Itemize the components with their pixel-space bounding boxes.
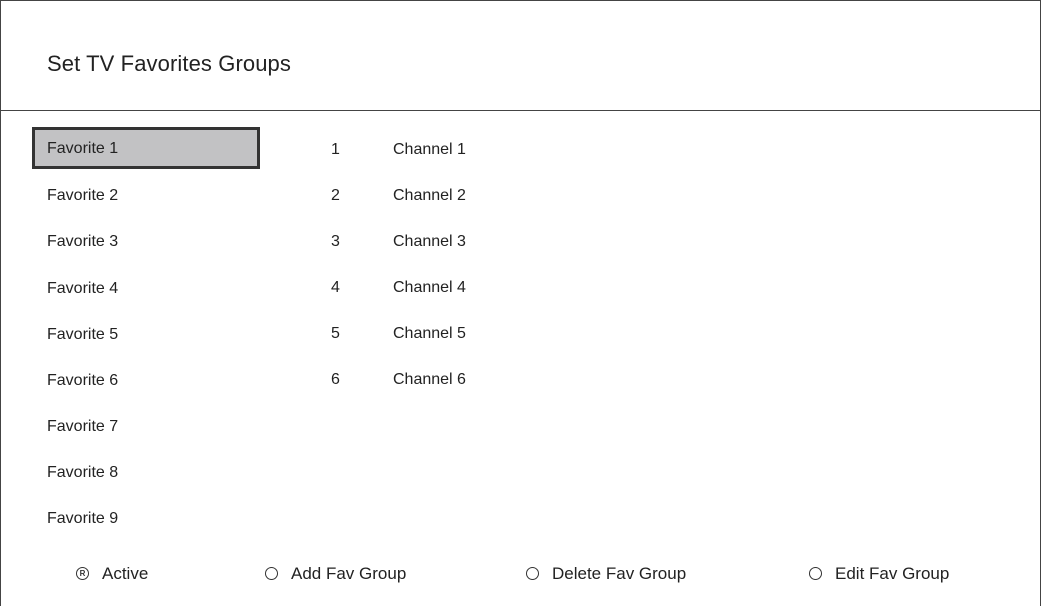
channel-name: Channel 2: [393, 187, 466, 204]
favorite-label: Favorite 5: [47, 326, 119, 343]
page-title: Set TV Favorites Groups: [47, 51, 291, 76]
add-fav-group-label: Add Fav Group: [291, 564, 407, 583]
channel-number: 5: [331, 325, 340, 342]
channel-name: Channel 4: [393, 279, 466, 296]
channel-name: Channel 5: [393, 325, 466, 342]
tv-favorites-screen: Set TV Favorites Groups Favorite 1 Favor…: [0, 0, 1041, 606]
favorite-label: Favorite 9: [47, 510, 119, 527]
favorite-item-5[interactable]: Favorite 5: [32, 313, 260, 355]
channel-name: Channel 3: [393, 233, 466, 250]
channel-number: 3: [331, 233, 340, 250]
channel-row[interactable]: 1 Channel 1: [321, 141, 621, 165]
favorite-label: Favorite 1: [47, 140, 119, 157]
active-label: Active: [102, 564, 149, 583]
channel-row[interactable]: 6 Channel 6: [321, 371, 621, 395]
channel-row[interactable]: 5 Channel 5: [321, 325, 621, 349]
favorite-label: Favorite 4: [47, 280, 119, 297]
favorite-item-7[interactable]: Favorite 7: [32, 405, 260, 447]
channel-row[interactable]: 2 Channel 2: [321, 187, 621, 211]
remote-r-button-icon: R: [76, 567, 89, 580]
channel-number: 2: [331, 187, 340, 204]
header: Set TV Favorites Groups: [1, 1, 1040, 111]
favorite-label: Favorite 8: [47, 464, 119, 481]
channel-number: 4: [331, 279, 340, 296]
footer-options: R Active Add Fav Group Delete Fav Group …: [1, 561, 1040, 591]
radio-circle-icon: [809, 567, 822, 580]
favorite-label: Favorite 6: [47, 372, 119, 389]
favorite-item-4[interactable]: Favorite 4: [32, 267, 260, 309]
favorite-item-8[interactable]: Favorite 8: [32, 451, 260, 493]
favorite-label: Favorite 3: [47, 233, 119, 250]
channel-number: 1: [331, 141, 340, 158]
favorite-item-2[interactable]: Favorite 2: [32, 174, 260, 216]
favorite-item-1[interactable]: Favorite 1: [32, 127, 260, 169]
channel-name: Channel 1: [393, 141, 466, 158]
favorite-item-6[interactable]: Favorite 6: [32, 359, 260, 401]
favorite-label: Favorite 2: [47, 187, 119, 204]
radio-circle-icon: [526, 567, 539, 580]
delete-fav-group-label: Delete Fav Group: [552, 564, 687, 583]
channel-name: Channel 6: [393, 371, 466, 388]
favorite-item-3[interactable]: Favorite 3: [32, 220, 260, 262]
channel-row[interactable]: 3 Channel 3: [321, 233, 621, 257]
edit-fav-group-label: Edit Fav Group: [835, 564, 950, 583]
channel-row[interactable]: 4 Channel 4: [321, 279, 621, 303]
favorite-label: Favorite 7: [47, 418, 119, 435]
channel-number: 6: [331, 371, 340, 388]
radio-circle-icon: [265, 567, 278, 580]
favorite-item-9[interactable]: Favorite 9: [32, 497, 260, 539]
